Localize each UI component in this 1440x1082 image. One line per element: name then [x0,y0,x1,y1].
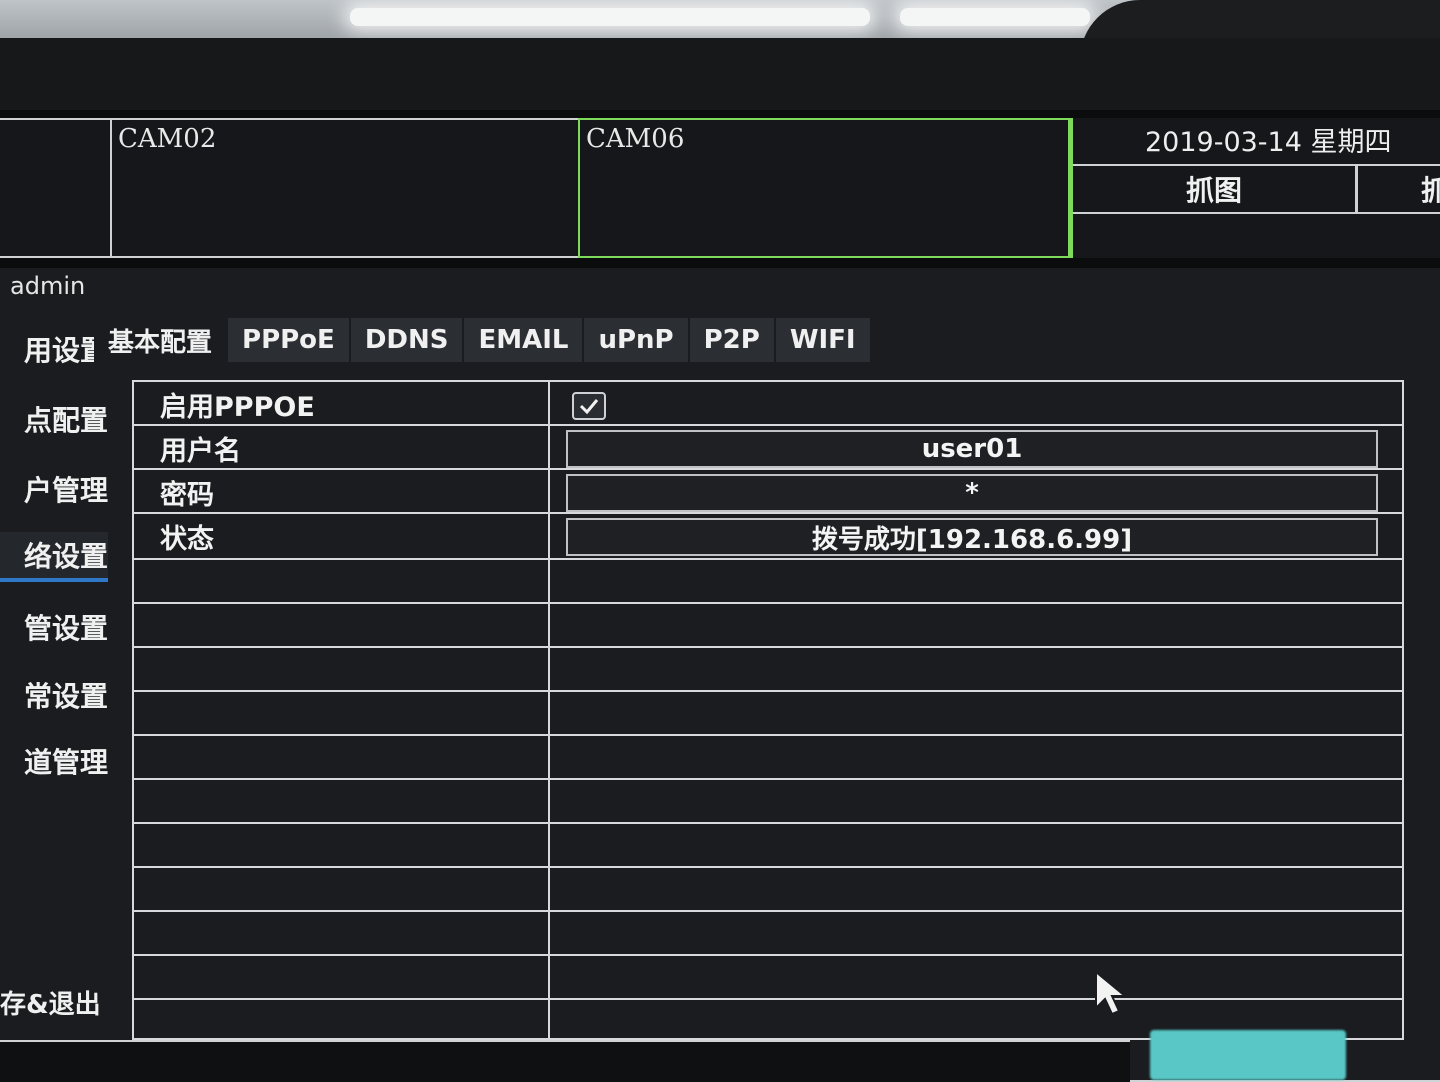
tab-ddns[interactable]: DDNS [351,318,465,362]
table-row [134,912,1402,956]
camera-tile[interactable] [0,118,112,258]
ok-button[interactable] [1150,1030,1346,1080]
camera-strip: CAM02 CAM06 2019-03-14 星期四 抓图 抓 [0,118,1440,262]
table-row: 用户名 user01 [134,426,1402,470]
table-row [134,648,1402,692]
datetime-display: 2019-03-14 星期四 [1145,127,1392,158]
ceiling-light [900,8,1090,26]
save-exit-button[interactable]: 存&退出 [0,984,101,1021]
mouse-cursor-icon [1095,970,1128,1016]
current-user: admin [10,272,86,300]
sidebar-item-channel-management[interactable]: 道管理 [0,736,108,786]
camera-label: CAM02 [118,124,217,154]
username-field[interactable]: user01 [566,430,1378,468]
snapshot-button-2[interactable]: 抓 [1361,166,1440,212]
camera-tile-cam06[interactable]: CAM06 [578,118,1070,258]
divider [1073,212,1440,214]
camera-label: CAM06 [586,124,685,154]
sidebar-item-channel-config[interactable]: 点配置 [0,394,108,444]
datetime-panel: 2019-03-14 星期四 抓图 抓 [1070,118,1440,258]
table-row [134,692,1402,736]
table-row [134,736,1402,780]
username-label: 用户名 [160,435,241,467]
camera-tile-cam02[interactable]: CAM02 [110,118,580,258]
sidebar-item-alarm[interactable]: 常设置 [0,670,108,720]
table-row [134,560,1402,604]
tab-email[interactable]: EMAIL [464,318,585,362]
ceiling-light [350,8,870,26]
tab-bar: 基本配置 PPPoE DDNS EMAIL uPnP P2P WIFI [94,318,872,362]
password-field[interactable]: * [566,474,1378,512]
checkmark-icon [579,399,599,415]
snapshot-button[interactable]: 抓图 [1073,166,1358,212]
table-row [134,780,1402,824]
enable-pppoe-checkbox[interactable] [572,392,606,420]
tab-p2p[interactable]: P2P [690,318,776,362]
sidebar-item-general[interactable]: 用设置 [0,324,108,374]
tab-wifi[interactable]: WIFI [776,318,872,362]
password-label: 密码 [160,479,214,511]
table-row [134,868,1402,912]
tab-upnp[interactable]: uPnP [584,318,690,362]
table-row: 密码 * [134,470,1402,514]
status-label: 状态 [160,523,214,555]
tab-pppoe[interactable]: PPPoE [228,318,351,362]
bottom-strip [0,1040,1130,1082]
network-settings-dialog: admin 用设置 点配置 户管理 络设置 管设置 常设置 道管理 基本配置 P… [0,268,1440,1080]
table-row [134,604,1402,648]
pppoe-settings-table: 启用PPPOE 用户名 user01 密码 * 状态 拨号成功[192.168.… [132,380,1404,1040]
table-row: 状态 拨号成功[192.168.6.99] [134,514,1402,560]
status-field: 拨号成功[192.168.6.99] [566,518,1378,556]
enable-pppoe-label: 启用PPPOE [160,391,315,423]
table-row [134,956,1402,1000]
table-row [134,824,1402,868]
tab-basic[interactable]: 基本配置 [94,318,229,362]
sidebar-item-user-management[interactable]: 户管理 [0,464,108,514]
table-row: 启用PPPOE [134,382,1402,426]
sidebar-item-network[interactable]: 络设置 [0,532,108,582]
sidebar-item-storage[interactable]: 管设置 [0,602,108,652]
